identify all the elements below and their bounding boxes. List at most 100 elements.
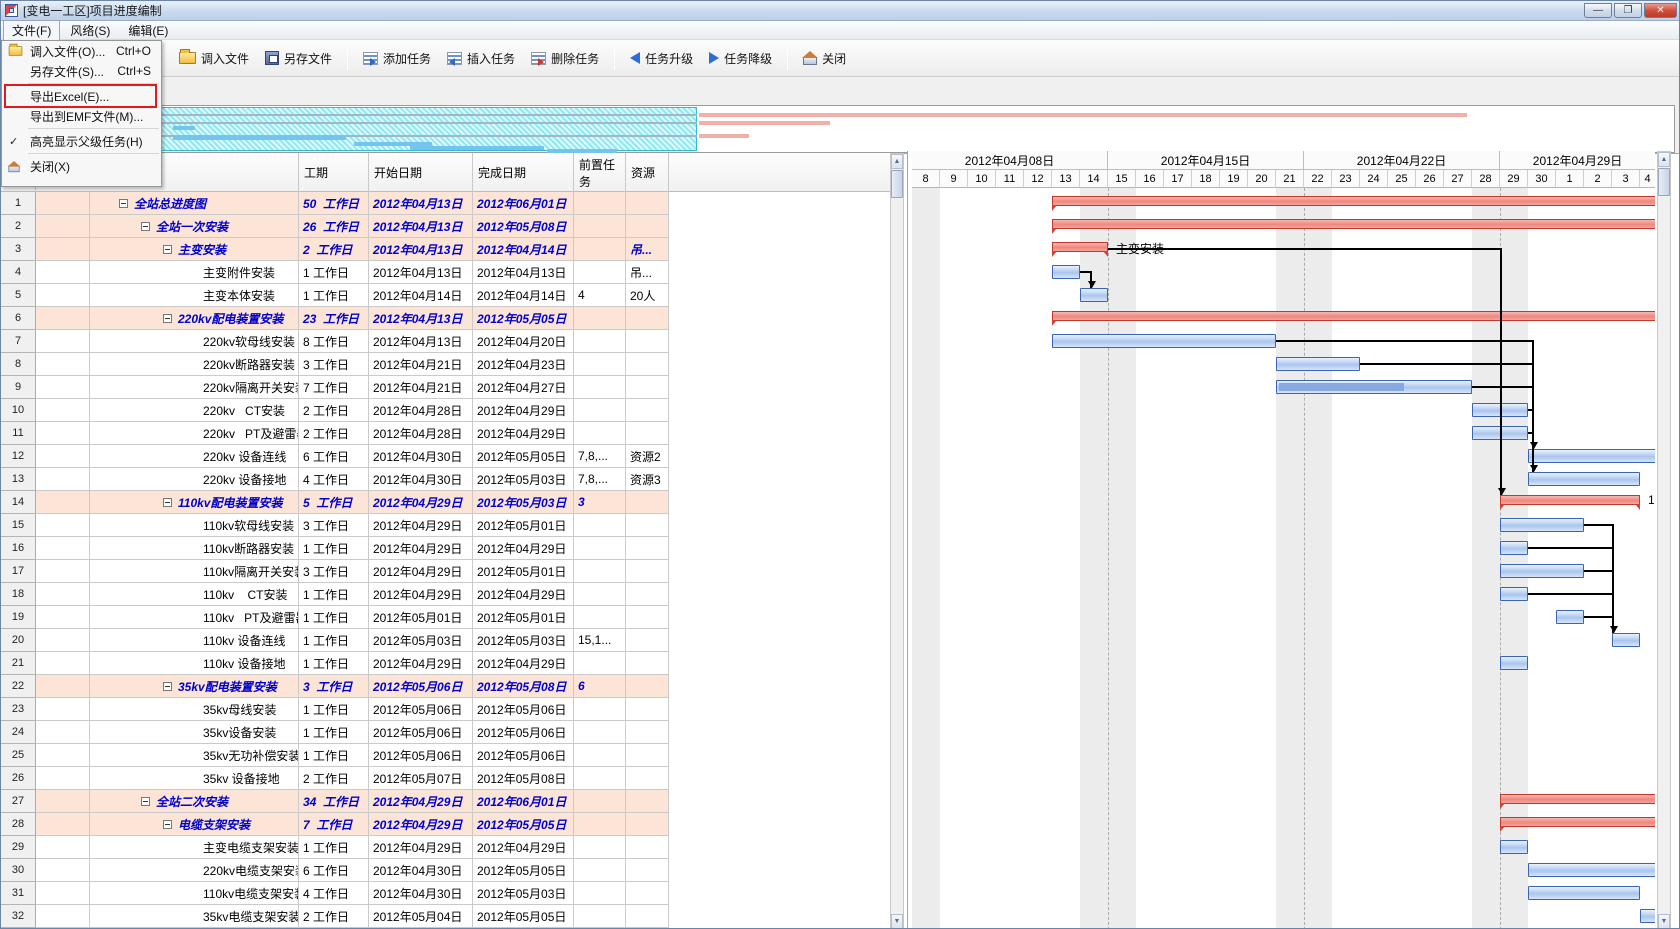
- table-row[interactable]: 2435kv设备安装1 工作日2012年05月06日2012年05月06日: [1, 721, 669, 744]
- gantt-summary-bar[interactable]: [1500, 817, 1655, 827]
- table-row[interactable]: 1全站总进度图50 工作日2012年04月13日2012年06月01日: [1, 192, 669, 215]
- table-row[interactable]: 27全站二次安装34 工作日2012年04月29日2012年06月01日: [1, 790, 669, 813]
- table-row[interactable]: 2635kv 设备接地2 工作日2012年05月07日2012年05月08日: [1, 767, 669, 790]
- gantt-task-bar[interactable]: [1528, 449, 1655, 463]
- table-row[interactable]: 17110kv隔离开关安装3 工作日2012年04月29日2012年05月01日: [1, 560, 669, 583]
- gantt-summary-bar[interactable]: [1052, 311, 1655, 321]
- menubar-item-2[interactable]: 编辑(E): [120, 21, 176, 40]
- gantt-task-bar[interactable]: [1052, 334, 1276, 348]
- table-row[interactable]: 14110kv配电装置安装5 工作日2012年04月29日2012年05月03日…: [1, 491, 669, 514]
- collapse-toggle-icon[interactable]: [163, 682, 172, 691]
- collapse-toggle-icon[interactable]: [163, 498, 172, 507]
- menu-item-6[interactable]: ✓高亮显示父级任务(H): [2, 131, 161, 151]
- table-row[interactable]: 2535kv无功补偿安装1 工作日2012年05月06日2012年05月06日: [1, 744, 669, 767]
- table-row[interactable]: 2235kv配电装置安装3 工作日2012年05月06日2012年05月08日6: [1, 675, 669, 698]
- collapse-toggle-icon[interactable]: [141, 222, 150, 231]
- gantt-task-bar[interactable]: [1528, 472, 1640, 486]
- toolbar-button[interactable]: 删除任务: [523, 46, 607, 71]
- gantt-summary-bar[interactable]: [1052, 242, 1108, 252]
- table-row[interactable]: 19110kv PT及避雷器安装1 工作日2012年05月01日2012年05月…: [1, 606, 669, 629]
- table-row[interactable]: 8220kv断路器安装3 工作日2012年04月21日2012年04月23日: [1, 353, 669, 376]
- gantt-task-bar[interactable]: [1556, 610, 1584, 624]
- table-row[interactable]: 2全站一次安装26 工作日2012年04月13日2012年05月08日: [1, 215, 669, 238]
- gantt-task-bar[interactable]: [1528, 886, 1640, 900]
- table-row[interactable]: 9220kv隔离开关安装7 工作日2012年04月21日2012年04月27日: [1, 376, 669, 399]
- gantt-summary-bar[interactable]: [1500, 794, 1655, 804]
- gantt-task-bar[interactable]: [1500, 656, 1528, 670]
- scroll-down-button[interactable]: ▼: [891, 914, 903, 929]
- collapse-toggle-icon[interactable]: [119, 199, 128, 208]
- gantt-task-bar[interactable]: [1500, 564, 1584, 578]
- table-row[interactable]: 6220kv配电装置安装23 工作日2012年04月13日2012年05月05日: [1, 307, 669, 330]
- table-row[interactable]: 12220kv 设备连线6 工作日2012年04月30日2012年05月05日7…: [1, 445, 669, 468]
- toolbar-button[interactable]: 另存文件: [257, 46, 340, 71]
- collapse-toggle-icon[interactable]: [163, 245, 172, 254]
- scroll-up-button[interactable]: ▲: [891, 154, 903, 169]
- table-row[interactable]: 4主变附件安装1 工作日2012年04月13日2012年04月13日吊...: [1, 261, 669, 284]
- collapse-toggle-icon[interactable]: [141, 797, 150, 806]
- gantt-vertical-scrollbar[interactable]: ▲▼: [1657, 151, 1671, 929]
- scrollbar-thumb[interactable]: [1658, 168, 1670, 196]
- resource-cell: [626, 606, 669, 629]
- table-row[interactable]: 15110kv软母线安装3 工作日2012年04月29日2012年05月01日: [1, 514, 669, 537]
- table-vertical-scrollbar[interactable]: ▲▼: [890, 153, 904, 929]
- menu-item-0[interactable]: 调入文件(O)...Ctrl+O: [2, 41, 161, 61]
- finish-date-cell: 2012年05月06日: [473, 721, 574, 744]
- toolbar-button[interactable]: 任务升级: [622, 46, 701, 71]
- toolbar-button[interactable]: 插入任务: [439, 46, 523, 71]
- table-row[interactable]: 29主变电缆支架安装1 工作日2012年04月29日2012年04月29日: [1, 836, 669, 859]
- menu-item-1[interactable]: 另存文件(S)...Ctrl+S: [2, 61, 161, 81]
- gantt-task-bar[interactable]: [1500, 587, 1528, 601]
- gantt-summary-bar[interactable]: [1500, 495, 1640, 505]
- table-row[interactable]: 18110kv CT安装1 工作日2012年04月29日2012年04月29日: [1, 583, 669, 606]
- collapse-toggle-icon[interactable]: [163, 314, 172, 323]
- gantt-task-bar[interactable]: [1500, 518, 1584, 532]
- menubar-item-1[interactable]: 风络(S): [62, 21, 118, 40]
- gantt-summary-bar[interactable]: [1052, 219, 1655, 229]
- duration-cell: 4 工作日: [299, 468, 369, 491]
- scroll-up-button[interactable]: ▲: [1658, 152, 1670, 167]
- toolbar-button[interactable]: 添加任务: [355, 46, 439, 71]
- table-row[interactable]: 2335kv母线安装1 工作日2012年05月06日2012年05月06日: [1, 698, 669, 721]
- gantt-task-bar[interactable]: [1500, 840, 1528, 854]
- indicator-cell: [36, 606, 90, 629]
- table-row[interactable]: 30220kv电缆支架安装6 工作日2012年04月30日2012年05月05日: [1, 859, 669, 882]
- toolbar-button[interactable]: 调入文件: [171, 46, 257, 71]
- table-row[interactable]: 3主变安装2 工作日2012年04月13日2012年04月14日吊...: [1, 238, 669, 261]
- table-row[interactable]: 3235kv电缆支架安装2 工作日2012年05月04日2012年05月05日: [1, 905, 669, 928]
- table-row[interactable]: 28电缆支架安装7 工作日2012年04月29日2012年05月05日: [1, 813, 669, 836]
- table-row[interactable]: 31110kv电缆支架安装4 工作日2012年04月30日2012年05月03日: [1, 882, 669, 905]
- menu-item-8[interactable]: 关闭(X): [2, 156, 161, 176]
- gantt-task-bar[interactable]: [1080, 288, 1108, 302]
- scroll-down-button[interactable]: ▼: [1658, 914, 1670, 929]
- gantt-task-bar[interactable]: [1052, 265, 1080, 279]
- gantt-task-bar[interactable]: [1500, 541, 1528, 555]
- table-row[interactable]: 10220kv CT安装2 工作日2012年04月28日2012年04月29日: [1, 399, 669, 422]
- menubar-item-0[interactable]: 文件(F): [3, 20, 60, 41]
- table-row[interactable]: 11220kv PT及避雷器安装2 工作日2012年04月28日2012年04月…: [1, 422, 669, 445]
- collapse-toggle-icon[interactable]: [163, 820, 172, 829]
- gantt-task-bar[interactable]: [1612, 633, 1640, 647]
- gantt-task-bar[interactable]: [1276, 380, 1472, 394]
- gantt-task-bar[interactable]: [1276, 357, 1360, 371]
- table-row[interactable]: 21110kv 设备接地1 工作日2012年04月29日2012年04月29日: [1, 652, 669, 675]
- scrollbar-thumb[interactable]: [891, 170, 903, 198]
- gantt-summary-bar[interactable]: [1052, 196, 1655, 206]
- gantt-task-bar[interactable]: [1528, 863, 1655, 877]
- table-row[interactable]: 5主变本体安装1 工作日2012年04月14日2012年04月14日420人: [1, 284, 669, 307]
- restore-button[interactable]: ❐: [1614, 3, 1642, 18]
- close-button[interactable]: ✕: [1644, 3, 1677, 18]
- resource-cell: [626, 721, 669, 744]
- gantt-task-bar[interactable]: [1640, 909, 1655, 923]
- table-row[interactable]: 13220kv 设备接地4 工作日2012年04月30日2012年05月03日7…: [1, 468, 669, 491]
- table-row[interactable]: 7220kv软母线安装8 工作日2012年04月13日2012年04月20日: [1, 330, 669, 353]
- menu-item-3[interactable]: 导出Excel(E)...: [2, 86, 161, 106]
- duration-cell: 1 工作日: [299, 836, 369, 859]
- toolbar-button[interactable]: 任务降级: [701, 46, 780, 71]
- table-row[interactable]: 20110kv 设备连线1 工作日2012年05月03日2012年05月03日1…: [1, 629, 669, 652]
- minimize-button[interactable]: —: [1584, 3, 1612, 18]
- menu-item-4[interactable]: 导出到EMF文件(M)...: [2, 106, 161, 126]
- table-row[interactable]: 16110kv断路器安装1 工作日2012年04月29日2012年04月29日: [1, 537, 669, 560]
- row-number: 27: [1, 790, 36, 813]
- toolbar-button[interactable]: 关闭: [795, 46, 854, 71]
